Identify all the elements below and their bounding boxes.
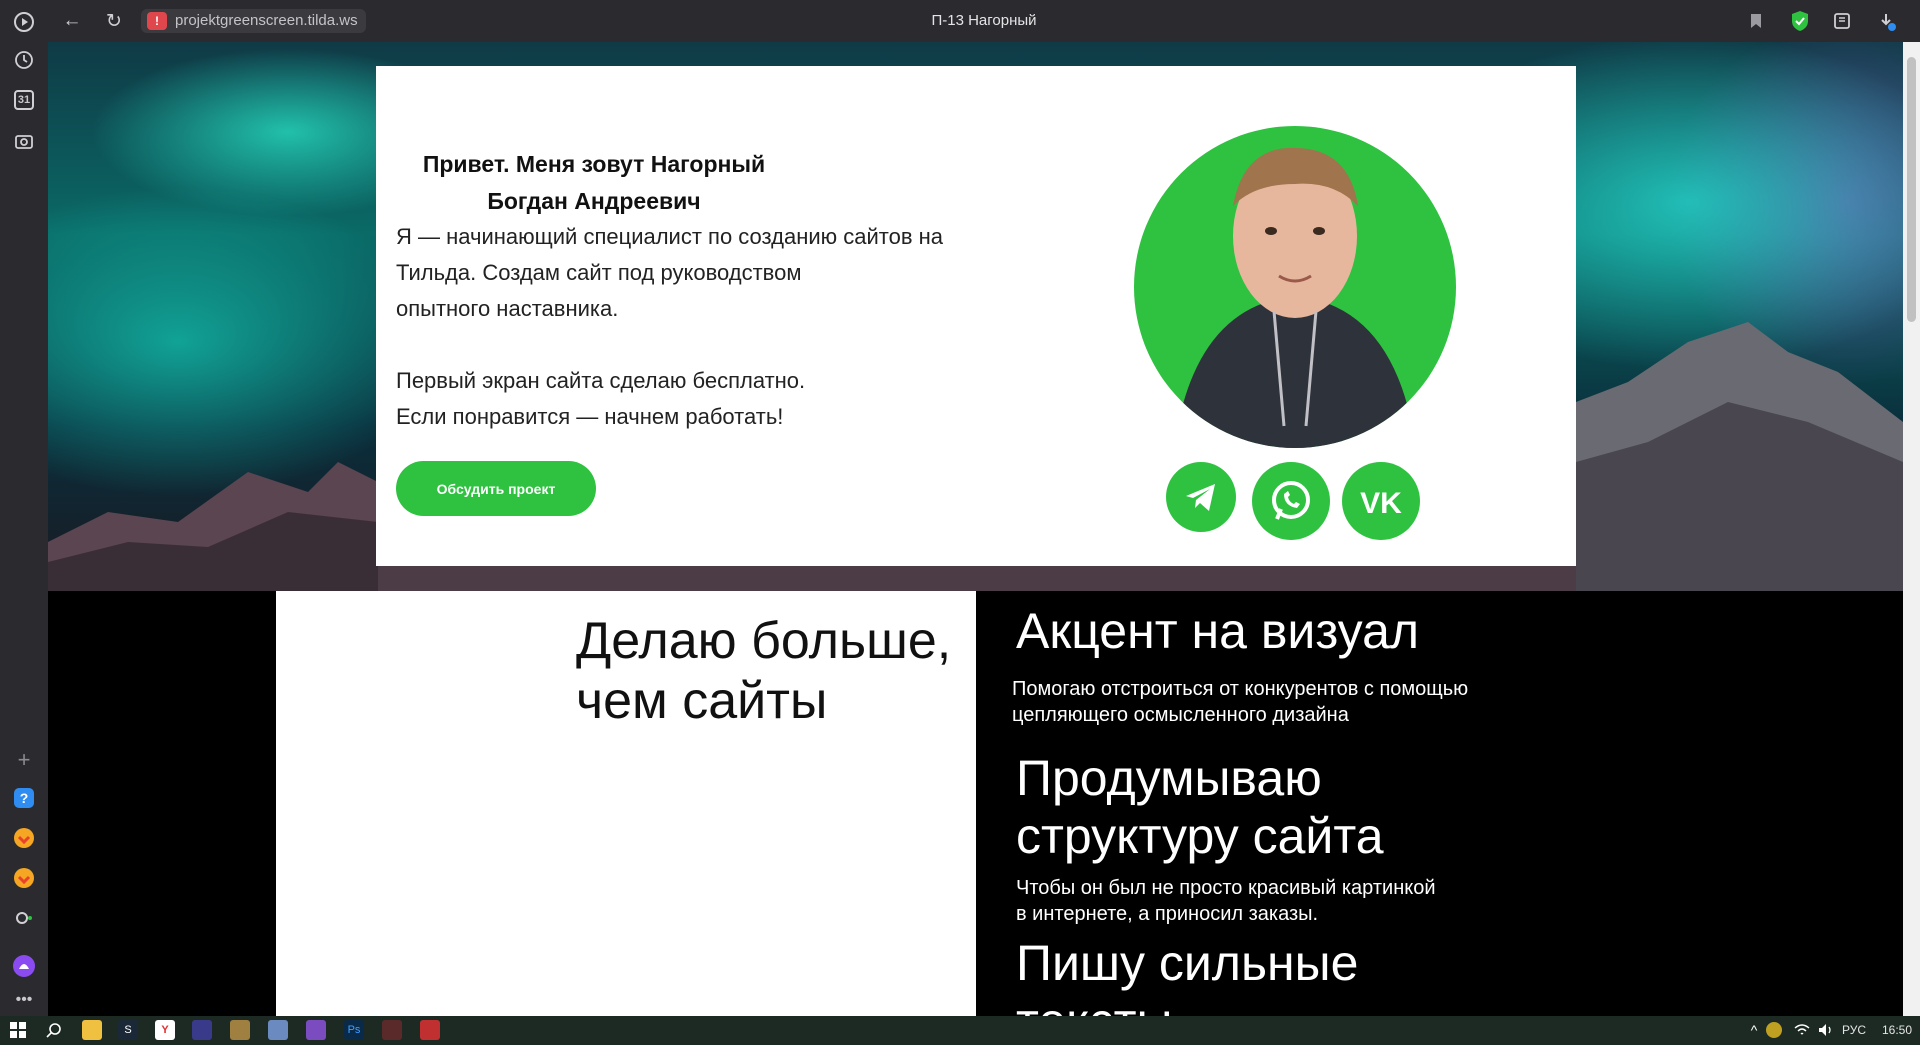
- app-icon-2[interactable]: [230, 1020, 250, 1040]
- intro-line-1: Я — начинающий специалист по созданию са…: [396, 224, 944, 249]
- intro-line-3: опытного наставника.: [396, 296, 619, 321]
- app-icon-4[interactable]: [420, 1020, 440, 1040]
- hero-section: Привет. Меня зовут Нагорный Богдан Андре…: [48, 42, 1903, 591]
- clock[interactable]: 16:50: [1882, 1023, 1912, 1037]
- url-text: projektgreenscreen.tilda.ws: [175, 12, 358, 29]
- downloads-icon[interactable]: [1874, 9, 1898, 33]
- svg-text:VK: VK: [1360, 487, 1402, 516]
- feature-desc-structure-2: в интернете, а приносил заказы.: [1016, 903, 1319, 925]
- play-icon[interactable]: [12, 10, 36, 34]
- greeting-line-1: Привет. Меня зовут Нагорный: [422, 151, 766, 177]
- avatar-photo: [1134, 126, 1456, 448]
- feature-desc-visual-2: цепляющего осмысленного дизайна: [1012, 704, 1349, 726]
- services-heading-panel: Делаю больше, чем сайты: [276, 591, 976, 1016]
- history-icon[interactable]: [12, 48, 36, 72]
- feature-title-visual: Акцент на визуал: [1016, 603, 1420, 659]
- feature-title-texts-1: Пишу сильные: [1016, 935, 1359, 991]
- alice-assistant-icon[interactable]: [12, 954, 36, 978]
- offer-line-2: Если понравится — начнем работать!: [396, 404, 784, 429]
- app-icon-3[interactable]: [382, 1020, 402, 1040]
- search-icon[interactable]: [44, 1020, 64, 1040]
- address-bar[interactable]: ! projektgreenscreen.tilda.ws: [141, 9, 366, 33]
- page-scrollbar[interactable]: [1903, 42, 1920, 1016]
- steam-icon[interactable]: S: [118, 1020, 138, 1040]
- add-panel-icon[interactable]: +: [12, 747, 36, 772]
- services-heading-line-1: Делаю больше,: [576, 612, 952, 670]
- svg-text:?: ?: [20, 790, 29, 806]
- security-warning-icon[interactable]: !: [147, 12, 167, 30]
- scrollbar-thumb[interactable]: [1907, 57, 1916, 322]
- notepad-icon[interactable]: [268, 1020, 288, 1040]
- intro-line-2: Тильда. Создам сайт под руководством: [396, 260, 802, 285]
- yandex-browser-icon[interactable]: Y: [155, 1020, 175, 1040]
- app-icon-1[interactable]: [192, 1020, 212, 1040]
- tray-app-icon[interactable]: [1766, 1022, 1782, 1038]
- start-icon[interactable]: [8, 1020, 28, 1040]
- help-app-icon[interactable]: ?: [12, 786, 36, 810]
- market-app-icon-2[interactable]: [12, 866, 36, 890]
- screenshot-icon[interactable]: [12, 130, 36, 154]
- visual-studio-icon[interactable]: [306, 1020, 326, 1040]
- file-explorer-icon[interactable]: [82, 1020, 102, 1040]
- services-heading: Делаю больше, чем сайты: [576, 611, 976, 731]
- wifi-icon[interactable]: [1792, 1020, 1812, 1040]
- browser-sidebar: 31 + ? •••: [0, 0, 48, 1016]
- feature-desc-structure-1: Чтобы он был не просто красивый картинко…: [1016, 877, 1436, 899]
- tray-chevron-icon[interactable]: ^: [1744, 1020, 1764, 1040]
- volume-icon[interactable]: [1816, 1020, 1836, 1040]
- intro-card: Привет. Меня зовут Нагорный Богдан Андре…: [376, 66, 1576, 566]
- feature-title-structure-1: Продумываю: [1016, 750, 1322, 806]
- page-viewport: Привет. Меня зовут Нагорный Богдан Андре…: [48, 42, 1903, 1016]
- bookmark-icon[interactable]: [1744, 9, 1768, 33]
- circle-app-icon[interactable]: [12, 906, 36, 930]
- whatsapp-icon[interactable]: [1252, 462, 1330, 540]
- language-indicator[interactable]: РУС: [1842, 1023, 1866, 1037]
- browser-toolbar: П-13 Нагорный ← ↻ ! projektgreenscreen.t…: [48, 0, 1920, 42]
- feature-desc-visual-1: Помогаю отстроиться от конкурентов с пом…: [1012, 678, 1469, 700]
- collections-icon[interactable]: [1830, 9, 1854, 33]
- feature-title-texts-2: тексты: [1016, 992, 1172, 1016]
- market-app-icon[interactable]: [12, 826, 36, 850]
- windows-taskbar: S Y Ps ^ РУС 16:50: [0, 1016, 1920, 1045]
- offer-line-1: Первый экран сайта сделаю бесплатно.: [396, 368, 806, 393]
- services-heading-line-2: чем сайты: [576, 672, 828, 730]
- reload-icon[interactable]: ↻: [102, 9, 126, 33]
- back-icon[interactable]: ←: [60, 9, 84, 33]
- feature-title-structure-2: структуру сайта: [1016, 808, 1384, 864]
- photoshop-icon[interactable]: Ps: [344, 1020, 364, 1040]
- protect-shield-icon[interactable]: [1788, 9, 1812, 33]
- calendar-icon[interactable]: 31: [14, 90, 34, 110]
- more-icon[interactable]: •••: [12, 988, 36, 1012]
- discuss-project-button[interactable]: Обсудить проект: [396, 461, 596, 516]
- greeting-line-2: Богдан Андреевич: [487, 188, 701, 214]
- vk-icon[interactable]: VK: [1342, 462, 1420, 540]
- telegram-icon[interactable]: [1166, 462, 1236, 532]
